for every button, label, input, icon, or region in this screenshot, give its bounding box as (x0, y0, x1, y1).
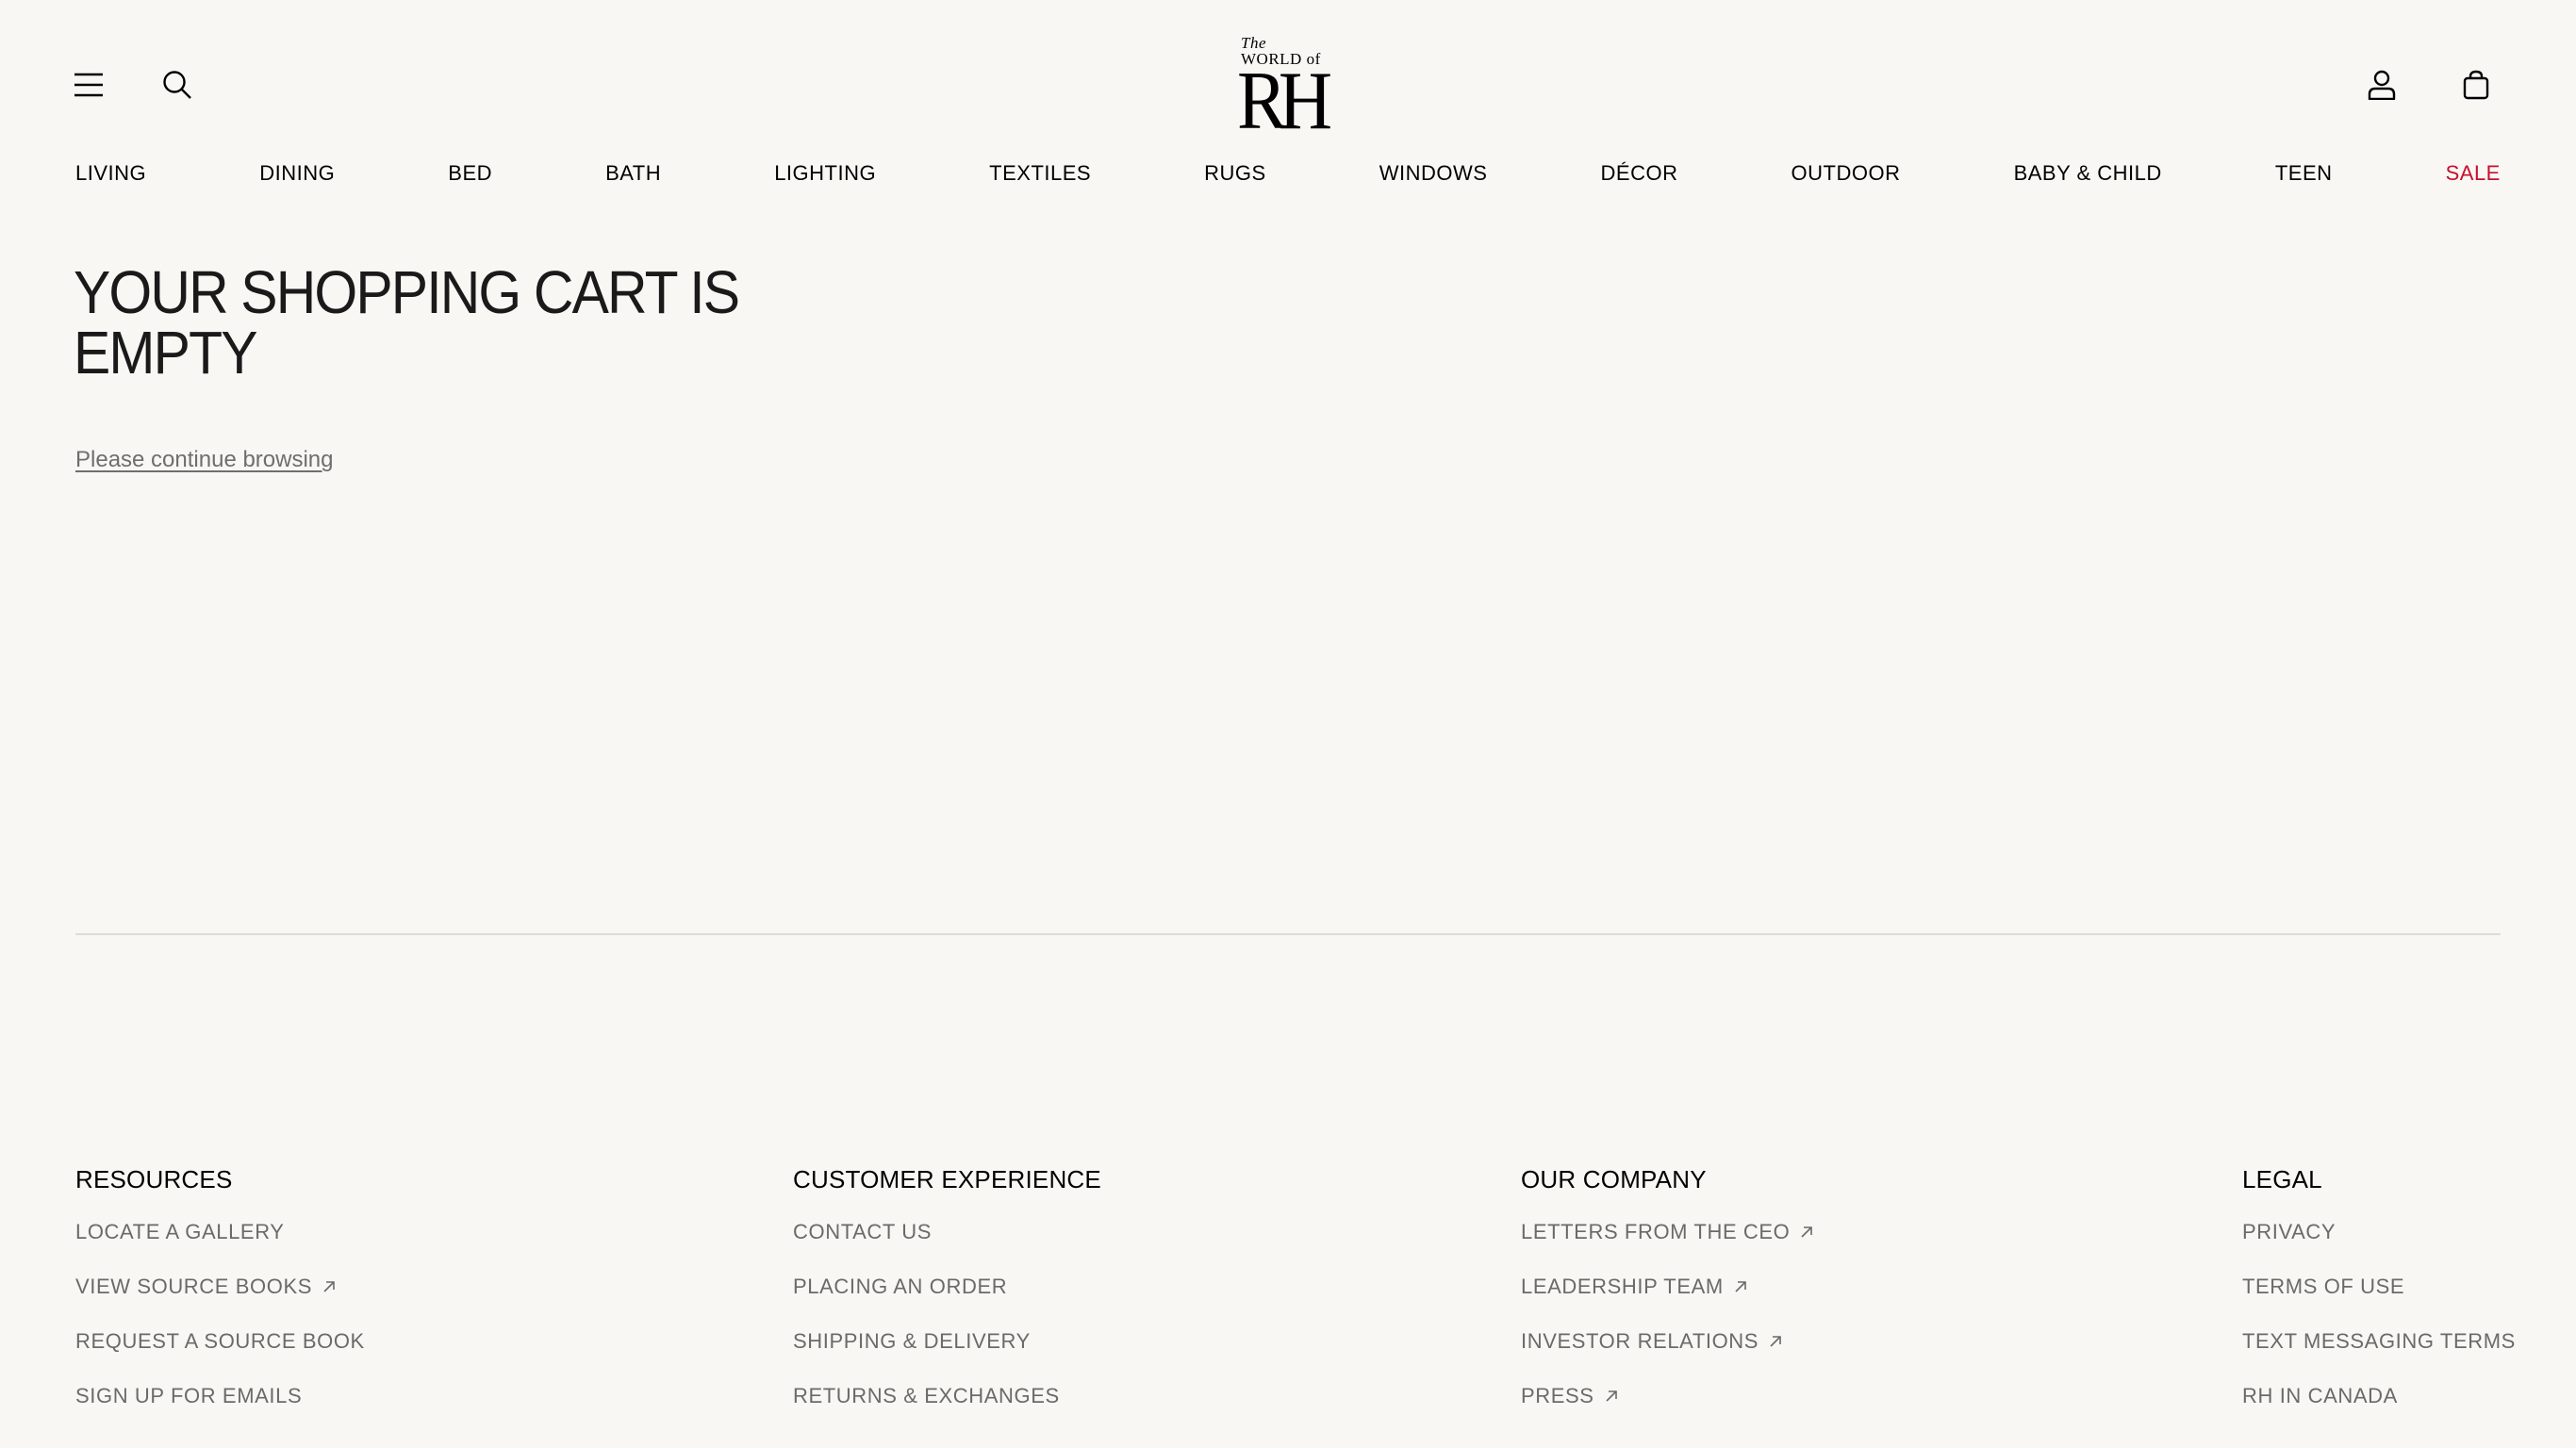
nav-item-dining[interactable]: DINING (259, 161, 335, 186)
footer-link-sign-up-emails[interactable]: SIGN UP FOR EMAILS (75, 1380, 365, 1412)
external-link-icon (1735, 1281, 1746, 1292)
nav-item-teen[interactable]: TEEN (2275, 161, 2333, 186)
main-navigation: LIVING DINING BED BATH LIGHTING TEXTILES… (75, 159, 2501, 188)
nav-item-windows[interactable]: WINDOWS (1379, 161, 1488, 186)
footer-link-label: RH IN CANADA (2242, 1384, 2398, 1407)
user-icon (2368, 70, 2396, 100)
footer-link-rh-in-canada[interactable]: RH IN CANADA (2242, 1380, 2516, 1412)
nav-item-bath[interactable]: BATH (605, 161, 661, 186)
site-header: The WORLD of RH (0, 0, 2576, 147)
page-title: YOUR SHOPPING CART IS EMPTY (74, 262, 768, 383)
footer-link-label: PRESS (1521, 1384, 1594, 1407)
footer-divider (75, 933, 2501, 935)
nav-item-outdoor[interactable]: OUTDOOR (1792, 161, 1901, 186)
account-button[interactable] (2363, 66, 2401, 104)
external-link-icon (1770, 1336, 1781, 1347)
footer-link-label: RETURNS & EXCHANGES (793, 1384, 1060, 1407)
nav-item-sale[interactable]: SALE (2446, 161, 2501, 186)
nav-item-rugs[interactable]: RUGS (1204, 161, 1266, 186)
footer-link-label: CONTACT US (793, 1220, 932, 1243)
footer-column-customer-experience: CUSTOMER EXPERIENCE CONTACT US PLACING A… (793, 1163, 1101, 1435)
footer-link-label: TERMS OF USE (2242, 1275, 2405, 1298)
footer-link-label: INVESTOR RELATIONS (1521, 1329, 1759, 1353)
footer-heading-resources: RESOURCES (75, 1165, 233, 1193)
page-title-line1: YOUR SHOPPING CART IS (74, 258, 740, 326)
search-icon (163, 71, 191, 99)
footer-link-placing-order[interactable]: PLACING AN ORDER (793, 1271, 1101, 1303)
footer-link-label: TEXT MESSAGING TERMS (2242, 1329, 2516, 1353)
logo-rh-mark: RH (1237, 56, 1332, 147)
external-link-icon (1606, 1390, 1617, 1402)
footer-link-investor-relations[interactable]: INVESTOR RELATIONS (1521, 1325, 1814, 1358)
footer-link-privacy[interactable]: PRIVACY (2242, 1216, 2516, 1248)
external-link-icon (1801, 1226, 1813, 1238)
logo-the: The (1241, 34, 1266, 52)
nav-item-bed[interactable]: BED (448, 161, 492, 186)
shopping-bag-icon (2463, 70, 2489, 100)
footer-heading-customer-experience: CUSTOMER EXPERIENCE (793, 1165, 1101, 1193)
nav-item-decor[interactable]: DÉCOR (1601, 161, 1678, 186)
footer-link-text-messaging-terms[interactable]: TEXT MESSAGING TERMS (2242, 1325, 2516, 1358)
menu-button[interactable] (70, 66, 107, 104)
footer-link-label: PRIVACY (2242, 1220, 2337, 1243)
footer-column-our-company: OUR COMPANY LETTERS FROM THE CEO LEADERS… (1521, 1163, 1814, 1435)
footer-link-terms-of-use[interactable]: TERMS OF USE (2242, 1271, 2516, 1303)
footer-link-label: SHIPPING & DELIVERY (793, 1329, 1031, 1353)
page-title-line2: EMPTY (74, 319, 257, 387)
hamburger-icon (74, 73, 103, 97)
external-link-icon (323, 1281, 335, 1292)
footer-link-press[interactable]: PRESS (1521, 1380, 1814, 1412)
continue-browsing-link[interactable]: Please continue browsing (75, 447, 334, 473)
footer-link-leadership-team[interactable]: LEADERSHIP TEAM (1521, 1271, 1814, 1303)
footer-link-request-source-book[interactable]: REQUEST A SOURCE BOOK (75, 1325, 365, 1358)
nav-item-baby-child[interactable]: BABY & CHILD (2014, 161, 2162, 186)
rh-logo[interactable]: The WORLD of RH (1235, 34, 1339, 147)
footer-link-view-source-books[interactable]: VIEW SOURCE BOOKS (75, 1271, 365, 1303)
footer-link-returns-exchanges[interactable]: RETURNS & EXCHANGES (793, 1380, 1101, 1412)
footer-column-resources: RESOURCES LOCATE A GALLERY VIEW SOURCE B… (75, 1163, 365, 1435)
cart-button[interactable] (2457, 66, 2495, 104)
footer-link-label: VIEW SOURCE BOOKS (75, 1275, 313, 1298)
footer-link-contact-us[interactable]: CONTACT US (793, 1216, 1101, 1248)
footer-link-label: LEADERSHIP TEAM (1521, 1275, 1724, 1298)
footer-link-label: LOCATE A GALLERY (75, 1220, 285, 1243)
footer-link-shipping-delivery[interactable]: SHIPPING & DELIVERY (793, 1325, 1101, 1358)
search-button[interactable] (158, 66, 196, 104)
nav-item-living[interactable]: LIVING (75, 161, 146, 186)
footer-link-label: REQUEST A SOURCE BOOK (75, 1329, 365, 1353)
footer-heading-legal: LEGAL (2242, 1165, 2322, 1193)
footer-link-label: SIGN UP FOR EMAILS (75, 1384, 303, 1407)
footer-column-legal: LEGAL PRIVACY TERMS OF USE TEXT MESSAGIN… (2242, 1163, 2516, 1435)
nav-item-textiles[interactable]: TEXTILES (989, 161, 1091, 186)
footer-heading-our-company: OUR COMPANY (1521, 1165, 1707, 1193)
footer-link-locate-gallery[interactable]: LOCATE A GALLERY (75, 1216, 365, 1248)
footer-link-label: LETTERS FROM THE CEO (1521, 1220, 1791, 1243)
nav-item-lighting[interactable]: LIGHTING (774, 161, 876, 186)
footer-link-label: PLACING AN ORDER (793, 1275, 1008, 1298)
footer-link-letters-ceo[interactable]: LETTERS FROM THE CEO (1521, 1216, 1814, 1248)
